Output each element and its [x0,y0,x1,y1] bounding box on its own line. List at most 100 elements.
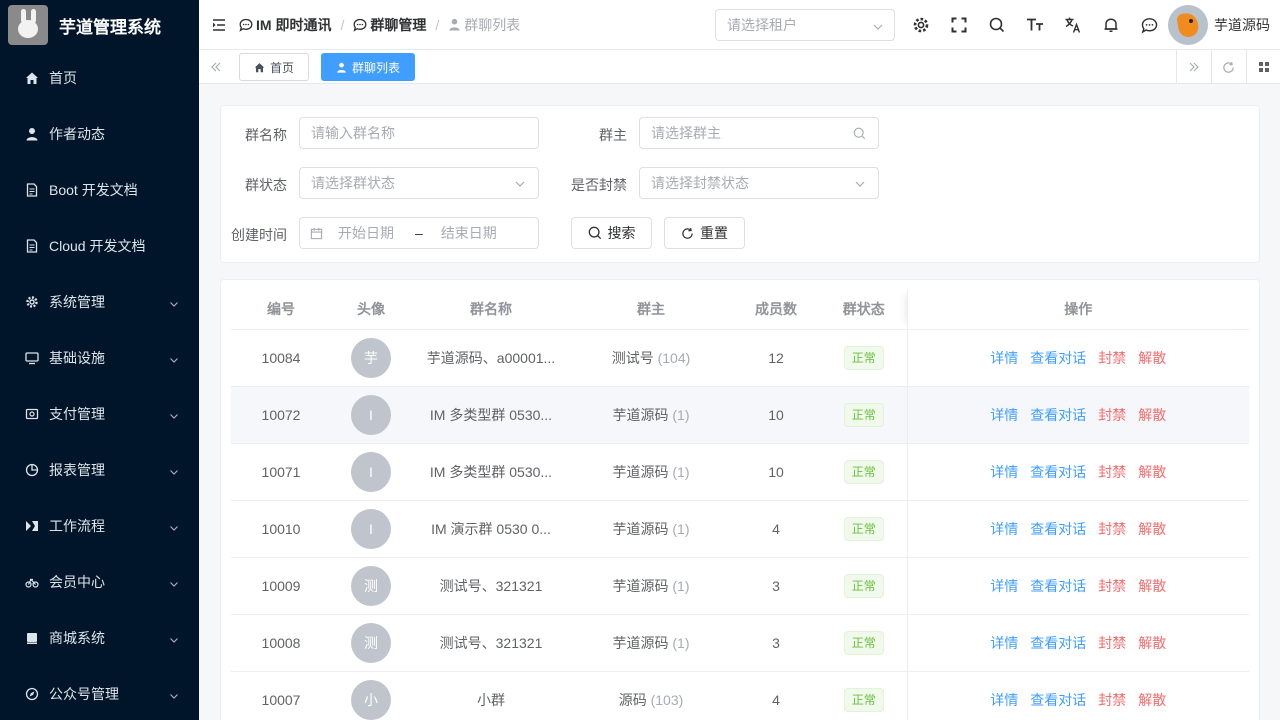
bell-icon[interactable] [1092,0,1130,50]
view-chat-link[interactable]: 查看对话 [1030,578,1086,594]
bicycle-icon [25,575,39,589]
sidebar-item-report[interactable]: 报表管理 [0,442,199,498]
ban-link[interactable]: 封禁 [1098,692,1126,708]
sidebar-item-mp[interactable]: 公众号管理 [0,666,199,720]
home-icon [25,71,39,85]
view-chat-link[interactable]: 查看对话 [1030,635,1086,651]
sidebar-item-boot-docs[interactable]: Boot 开发文档 [0,162,199,218]
dissolve-link[interactable]: 解散 [1138,635,1166,651]
table-row: 10007 小小群 源码 (103) 4 正常 详情 查看对话 封禁 解散 [231,671,1249,720]
status-select[interactable]: 请选择群状态 [299,167,539,199]
chevron-down-icon [169,688,179,704]
sidebar-item-cloud-docs[interactable]: Cloud 开发文档 [0,218,199,274]
ban-link[interactable]: 封禁 [1098,578,1126,594]
table-row: 10010 I IM 演示群 0530 0... 芋道源码 (1) 4 正常 详情 查看对话封… [231,500,1249,558]
breadcrumb-im[interactable]: IM 即时通讯 [239,15,331,35]
message-icon[interactable] [1130,0,1168,50]
document-icon [25,239,39,253]
translate-icon[interactable] [1054,0,1092,50]
fullscreen-icon[interactable] [940,0,978,50]
search-icon[interactable] [978,0,1016,50]
view-chat-link[interactable]: 查看对话 [1030,692,1086,708]
group-name-input[interactable]: 请输入群名称 [299,117,539,149]
dissolve-link[interactable]: 解散 [1138,407,1166,423]
cell-id: 10072 [231,386,331,444]
sidebar-item-infra[interactable]: 基础设施 [0,330,199,386]
view-chat-link[interactable]: 查看对话 [1030,350,1086,366]
sidebar-item-home[interactable]: 首页 [0,50,199,106]
sidebar-item-member[interactable]: 会员中心 [0,554,199,610]
ban-link[interactable]: 封禁 [1098,407,1126,423]
font-size-icon[interactable] [1016,0,1054,50]
group-avatar: 测 [351,622,391,663]
detail-link[interactable]: 详情 [990,635,1018,651]
menu-fold-icon[interactable] [199,17,239,33]
detail-link[interactable]: 详情 [990,407,1018,423]
group-name: IM 多类型群 0530... [429,463,553,480]
dissolve-link[interactable]: 解散 [1138,350,1166,366]
gear-icon[interactable] [902,0,940,50]
member-count: 10 [768,463,784,480]
view-chat-link[interactable]: 查看对话 [1030,521,1086,537]
cell-owner: 芋道源码 (1) [571,614,731,672]
sidebar-item-label: 首页 [49,70,77,86]
view-chat-link[interactable]: 查看对话 [1030,407,1086,423]
user-dropdown[interactable]: 芋道源码 [1168,5,1270,45]
sidebar-item-workflow[interactable]: 工作流程 [0,498,199,554]
owner-id: (104) [657,349,691,366]
cell-status: 正常 [821,329,907,387]
sidebar-item-pay[interactable]: 支付管理 [0,386,199,442]
reset-button[interactable]: 重置 [664,217,745,249]
cell-owner: 芋道源码 (1) [571,443,731,501]
dissolve-link[interactable]: 解散 [1138,464,1166,480]
breadcrumb-group-manage[interactable]: 群聊管理 [353,15,426,35]
status-label: 群状态 [245,177,287,193]
compass-icon [25,687,39,701]
dissolve-link[interactable]: 解散 [1138,692,1166,708]
tenant-select[interactable]: 请选择租户 [715,9,895,41]
banned-select[interactable]: 请选择封禁状态 [639,167,879,199]
sidebar-item-system[interactable]: 系统管理 [0,274,199,330]
cell-status: 正常 [821,500,907,558]
cell-avatar: I [331,386,411,444]
sidebar-item-author[interactable]: 作者动态 [0,106,199,162]
refresh-icon[interactable] [1211,50,1245,84]
owner-label: 群主 [599,127,627,143]
dissolve-link[interactable]: 解散 [1138,521,1166,537]
double-left-icon[interactable] [199,50,233,84]
cell-avatar: I [331,500,411,558]
detail-link[interactable]: 详情 [990,464,1018,480]
detail-link[interactable]: 详情 [990,692,1018,708]
group-avatar: I [351,451,391,492]
ban-link[interactable]: 封禁 [1098,521,1126,537]
search-button[interactable]: 搜索 [571,217,652,249]
table-row: 10009 测测试号、321321 芋道源码 (1) 3 正常 详情 查看对话 封禁 解散 [231,557,1249,615]
tag-group-list[interactable]: 群聊列表 [321,53,416,81]
cell-actions: 详情 查看对话 封禁 解散 [906,500,1249,558]
double-right-icon[interactable] [1176,50,1210,84]
cell-members: 4 [731,500,821,558]
sidebar-item-mall[interactable]: 商城系统 [0,610,199,666]
brand[interactable]: 芋道管理系统 [0,0,199,50]
owner-input[interactable]: 请选择群主 [639,117,879,149]
avatar [1168,5,1208,45]
sidebar-item-label: 公众号管理 [49,686,119,702]
tag-home[interactable]: 首页 [239,53,310,81]
cell-avatar: 芋 [331,329,411,387]
table-row: 10072 I IM 多类型群 0530... 芋道源码 (1) 10 正常 详情 查看对话封… [231,386,1249,444]
ban-link[interactable]: 封禁 [1098,350,1126,366]
date-range-picker[interactable]: 开始日期 – 结束日期 [299,217,539,249]
monitor-icon [25,351,39,365]
ban-link[interactable]: 封禁 [1098,635,1126,651]
detail-link[interactable]: 详情 [990,350,1018,366]
grid-icon[interactable] [1246,50,1280,84]
cell-name: 芋道源码、a00001... [411,329,571,387]
table-row: 10084 芋芋道源码、a00001... 测试号 (104) 12 正常 详情 查看对话封… [231,329,1249,387]
pie-chart-icon [25,463,39,477]
dissolve-link[interactable]: 解散 [1138,578,1166,594]
detail-link[interactable]: 详情 [990,521,1018,537]
table-header-row: 编号 头像 群名称 群主 成员数 群状态 操作 [231,289,1249,330]
ban-link[interactable]: 封禁 [1098,464,1126,480]
view-chat-link[interactable]: 查看对话 [1030,464,1086,480]
detail-link[interactable]: 详情 [990,578,1018,594]
